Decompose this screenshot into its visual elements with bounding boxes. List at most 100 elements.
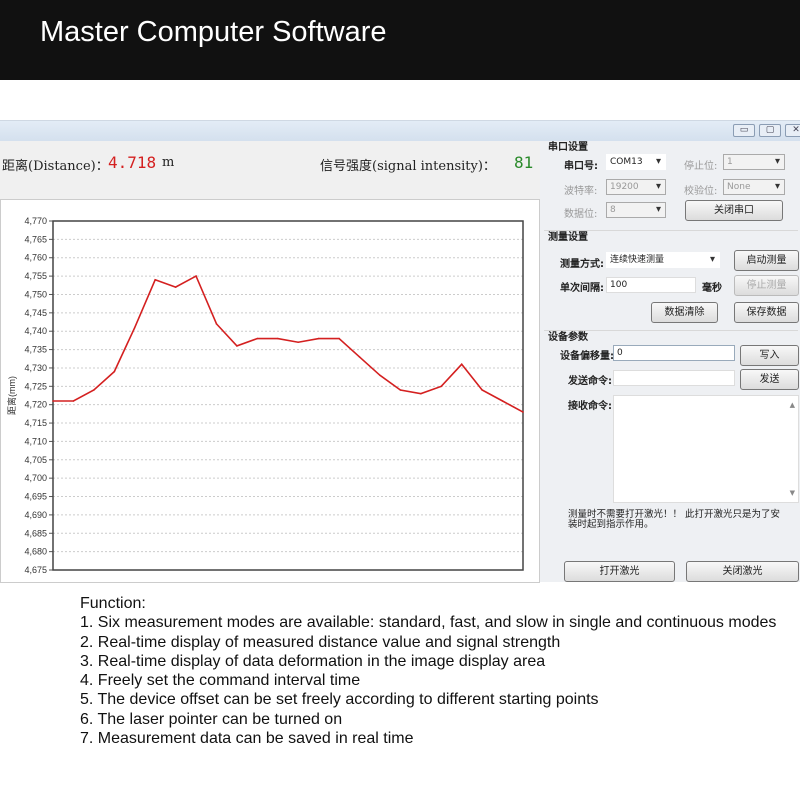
- function-item: 3. Real-time display of data deformation…: [80, 652, 546, 670]
- function-item: 2. Real-time display of measured distanc…: [80, 633, 561, 651]
- scroll-down-icon[interactable]: ▼: [790, 486, 795, 500]
- data-point: [358, 356, 361, 358]
- measurement-pane: 距离(Distance)： 4.718 m 信号强度(signal intens…: [0, 141, 540, 583]
- baud-label: 波特率:: [564, 186, 598, 197]
- write-button[interactable]: 写入: [740, 345, 799, 366]
- scroll-up-icon[interactable]: ▲: [790, 398, 795, 412]
- laser-off-button[interactable]: 关闭激光: [686, 561, 799, 582]
- serial-section-title: 串口设置: [548, 142, 588, 153]
- data-point: [338, 337, 340, 340]
- receive-label: 接收命令:: [568, 401, 612, 412]
- distance-chart: 4,770 4,765 4,760 4,755 4,750 4,745 4,740 4,735…: [6, 216, 524, 575]
- device-section-title: 设备参数: [548, 332, 588, 343]
- receive-textarea[interactable]: ▲ ▼: [613, 395, 799, 503]
- y-tick-label: 4,735: [24, 345, 47, 355]
- data-point: [93, 389, 95, 391]
- data-point: [501, 400, 504, 402]
- y-tick-label: 4,730: [24, 363, 47, 373]
- distance-label: 距离(Distance)：: [2, 159, 109, 174]
- y-tick-label: 4,710: [24, 436, 47, 446]
- y-tick-label: 4,675: [24, 565, 47, 575]
- banner: Master Computer Software: [0, 0, 800, 80]
- minimize-button[interactable]: ▭: [733, 124, 755, 137]
- function-list: Function: 1. Six measurement modes are a…: [80, 594, 790, 748]
- measure-section-title: 测量设置: [548, 232, 588, 243]
- data-point: [113, 370, 116, 373]
- parity-label: 校验位:: [684, 186, 718, 197]
- distance-value: 4.718: [108, 153, 157, 172]
- maximize-button[interactable]: ▢: [759, 124, 781, 137]
- port-label: 串口号:: [564, 161, 598, 172]
- data-point: [379, 374, 381, 377]
- app-window: ▭ ▢ ✕ 距离(Distance)： 4.718 m 信号强度(signal …: [0, 120, 800, 583]
- stop-measure-button[interactable]: 停止测量: [734, 275, 799, 296]
- data-point: [215, 323, 218, 325]
- send-label: 发送命令:: [568, 376, 612, 387]
- distance-unit: m: [162, 155, 175, 170]
- data-point: [195, 275, 197, 277]
- signal-label: 信号强度(signal intensity)：: [320, 159, 496, 174]
- signal-value: 81: [514, 153, 534, 172]
- send-button[interactable]: 发送: [740, 369, 799, 390]
- data-point: [256, 337, 259, 340]
- y-tick-label: 4,695: [24, 492, 47, 502]
- data-point: [399, 389, 402, 391]
- port-select[interactable]: COM13: [606, 154, 666, 170]
- y-axis-label: 距离(mm): [6, 376, 17, 415]
- y-tick-label: 4,740: [24, 326, 47, 336]
- stop-bits-select[interactable]: 1: [723, 154, 785, 170]
- banner-title: Master Computer Software: [40, 16, 387, 48]
- function-title: Function:: [80, 595, 146, 612]
- data-bits-select[interactable]: 8: [606, 202, 666, 218]
- title-bar: ▭ ▢ ✕: [0, 121, 800, 141]
- y-tick-label: 4,700: [24, 473, 47, 483]
- data-point: [236, 345, 238, 347]
- data-point: [174, 286, 177, 288]
- interval-label: 单次间隔:: [560, 283, 604, 294]
- function-item: 6. The laser pointer can be turned on: [80, 710, 343, 728]
- laser-on-button[interactable]: 打开激光: [564, 561, 675, 582]
- y-tick-label: 4,720: [24, 400, 47, 410]
- distance-series-line: [53, 274, 524, 413]
- settings-panel: 串口设置 串口号: COM13 停止位: 1 波特率: 19200 校验位: N…: [540, 141, 800, 583]
- data-point: [72, 400, 75, 402]
- start-measure-button[interactable]: 启动测量: [734, 250, 799, 271]
- function-item: 5. The device offset can be set freely a…: [80, 691, 599, 709]
- baud-select[interactable]: 19200: [606, 179, 666, 195]
- data-point: [460, 363, 463, 366]
- y-tick-label: 4,690: [24, 510, 47, 520]
- offset-input[interactable]: 0: [613, 345, 735, 361]
- send-input[interactable]: [613, 370, 735, 386]
- data-point: [522, 411, 524, 413]
- save-data-button[interactable]: 保存数据: [734, 302, 799, 323]
- stop-bits-label: 停止位:: [684, 161, 718, 172]
- close-port-button[interactable]: 关闭串口: [685, 200, 783, 221]
- mode-label: 测量方式:: [560, 259, 604, 270]
- mode-select[interactable]: 连续快速测量: [606, 252, 720, 268]
- clear-data-button[interactable]: 数据清除: [651, 302, 718, 323]
- offset-label: 设备偏移量:: [560, 351, 614, 362]
- function-item: 4. Freely set the command interval time: [80, 672, 361, 690]
- y-tick-label: 4,765: [24, 234, 47, 244]
- y-tick-label: 4,755: [24, 271, 47, 281]
- y-tick-label: 4,770: [24, 216, 47, 226]
- data-point: [420, 392, 422, 395]
- y-tick-label: 4,715: [24, 418, 47, 428]
- data-point: [154, 278, 156, 281]
- data-point: [297, 341, 300, 344]
- y-tick-label: 4,760: [24, 253, 47, 263]
- interval-unit: 毫秒: [702, 283, 722, 294]
- data-point: [52, 400, 54, 402]
- y-tick-label: 4,685: [24, 528, 47, 538]
- data-point: [440, 385, 443, 388]
- function-item: 7. Measurement data can be saved in real…: [80, 730, 414, 748]
- interval-input[interactable]: 100: [606, 277, 696, 293]
- chart-area: 4,770 4,765 4,760 4,755 4,750 4,745 4,740 4,735…: [0, 199, 540, 583]
- laser-note: 测量时不需要打开激光！！ 此打开激光只是为了安装时起到指示作用。: [568, 509, 781, 530]
- y-tick-label: 4,750: [24, 289, 47, 299]
- close-button[interactable]: ✕: [785, 124, 800, 137]
- parity-select[interactable]: None: [723, 179, 785, 195]
- function-item: 1. Six measurement modes are available: …: [80, 614, 777, 632]
- y-tick-label: 4,745: [24, 308, 47, 318]
- y-tick-label: 4,725: [24, 381, 47, 391]
